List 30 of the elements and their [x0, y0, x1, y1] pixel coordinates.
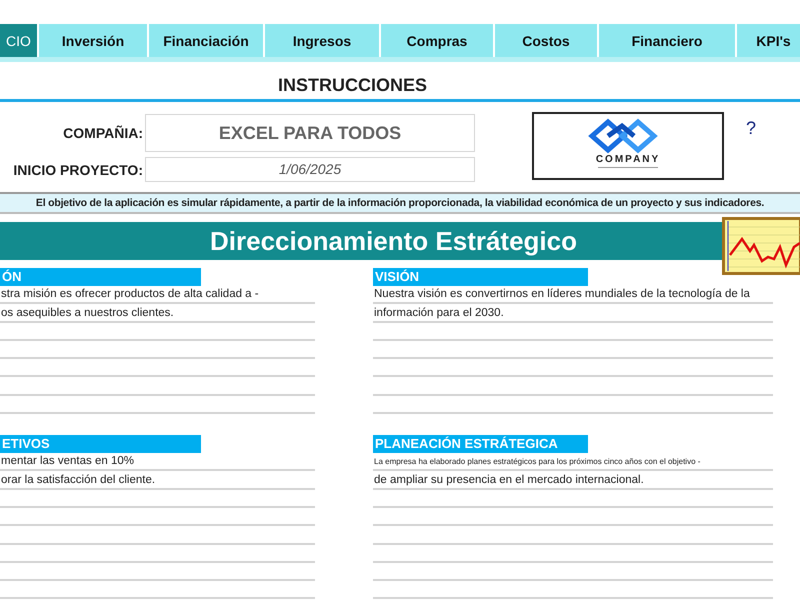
date-field[interactable]: 1/06/2025 — [145, 157, 475, 182]
sheet-tab[interactable]: Ingresos — [265, 24, 379, 57]
objective-text: El objetivo de la aplicación es simular rápidamente, a partir de la información proporcionada, la viabilidad económica de un proyecto y sus indicadores. — [0, 192, 800, 214]
text-line: os asequibles a nuestros clientes. — [0, 306, 174, 321]
field-label: COMPAÑIA: — [62, 125, 144, 141]
company-field[interactable]: EXCEL PARA TODOS — [145, 114, 475, 152]
text-line: stra misión es ofrecer productos de alta calidad a - — [0, 287, 259, 302]
logo-text: COMPANY — [596, 154, 660, 165]
sheet-tab[interactable]: KPI's — [737, 24, 800, 57]
chart-icon — [722, 217, 800, 275]
text-line: orar la satisfacción del cliente. — [0, 472, 156, 488]
sheet-tab[interactable]: Financiero — [599, 24, 735, 57]
section-heading: PLANEACIÓN ESTRÁTEGICA — [373, 435, 588, 454]
section-heading: VISIÓN — [373, 268, 588, 286]
text-line: de ampliar su presencia en el mercado internacional. — [373, 472, 644, 488]
sheet-tab[interactable]: Compras — [381, 24, 493, 57]
section-banner: Direccionamiento Estrátegico — [0, 222, 722, 260]
text-line: La empresa ha elaborado planes estratégicos para los próximos cinco años con el objetivo - — [373, 456, 700, 468]
help-link[interactable]: ? — [746, 118, 756, 140]
sheet-tab[interactable]: Inversión — [39, 24, 147, 57]
section-heading: ETIVOS — [0, 435, 201, 454]
section-heading: ÓN — [0, 268, 201, 286]
sheet-tab[interactable]: Costos — [495, 24, 597, 57]
sheet-tab[interactable]: Financiación — [149, 24, 263, 57]
field-label: INICIO PROYECTO: — [12, 162, 144, 178]
text-line: mentar las ventas en 10% — [0, 454, 134, 470]
text-line: Nuestra visión es convertirnos en líderes mundiales de la tecnología de la — [373, 287, 750, 302]
text-line: información para el 2030. — [373, 306, 504, 321]
page-title: INSTRUCCIONES — [277, 74, 428, 97]
sheet-tab[interactable]: CIO — [0, 24, 37, 57]
